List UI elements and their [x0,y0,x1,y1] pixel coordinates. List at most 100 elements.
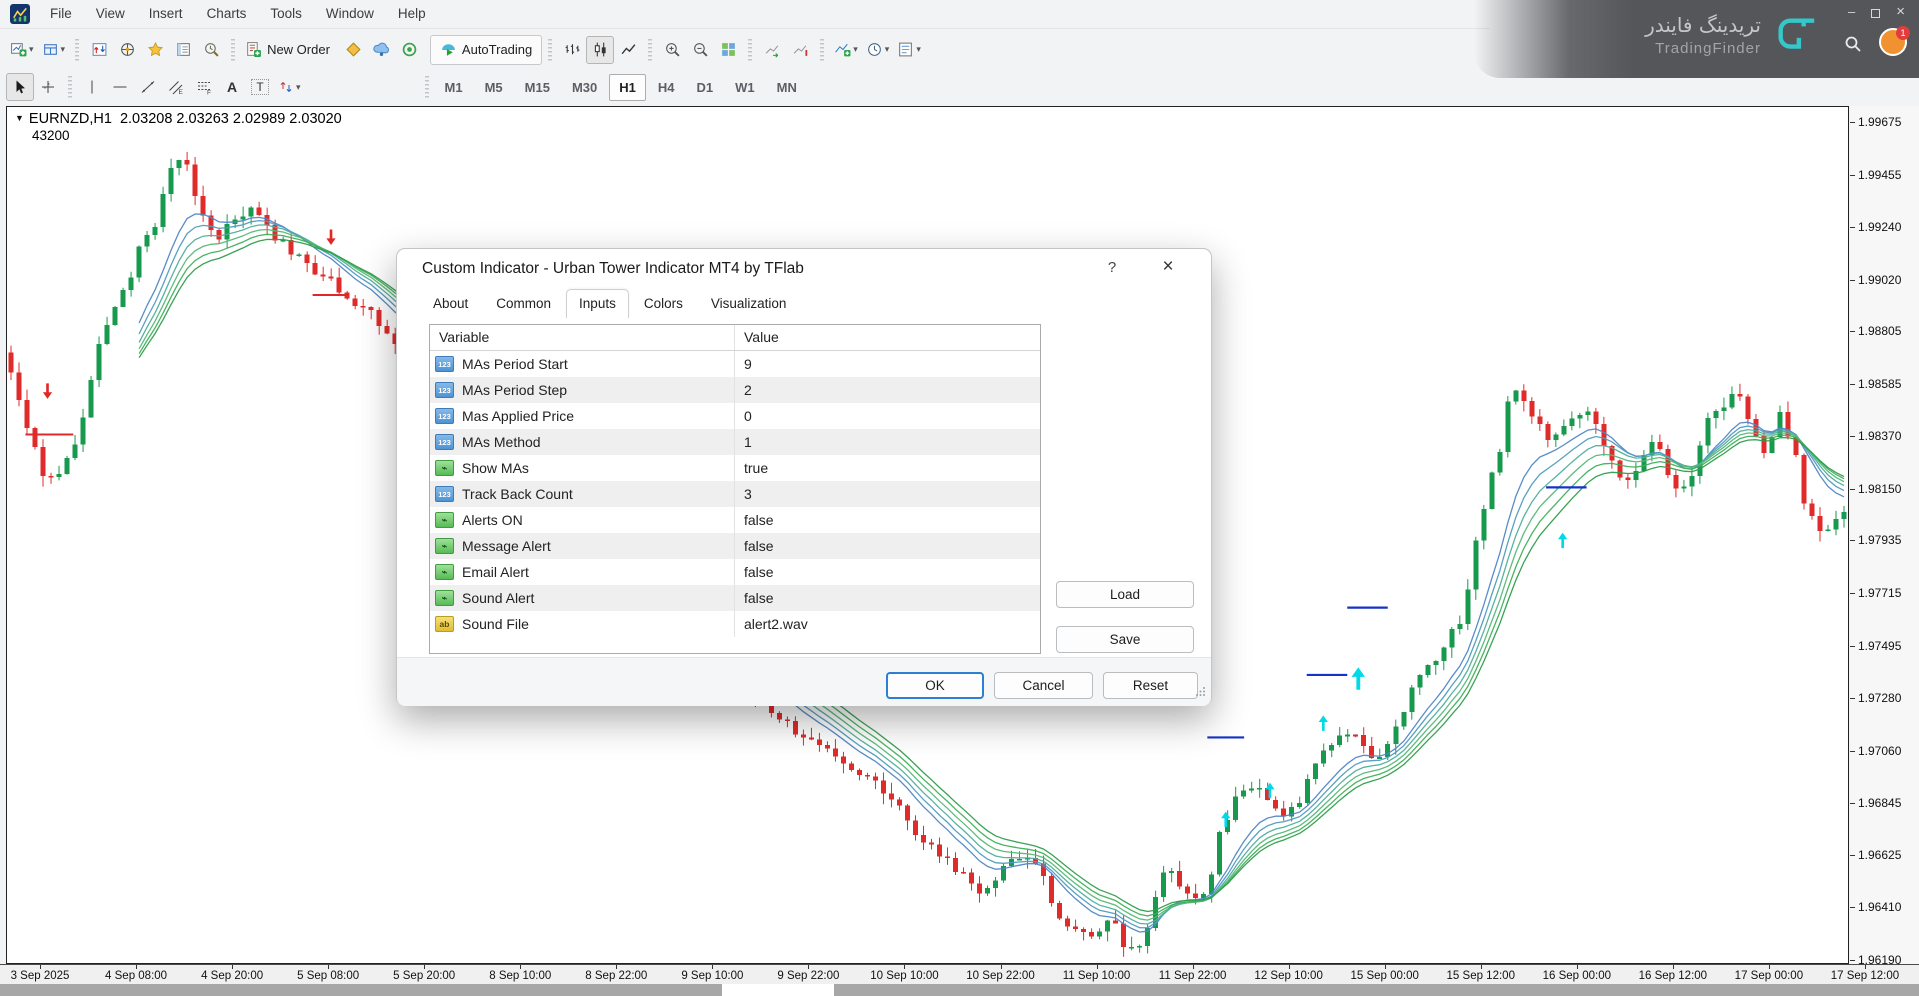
metaeditor-button[interactable] [340,36,368,64]
parameter-value[interactable]: 9 [735,356,1040,372]
toolbar-separator [548,39,552,61]
market-watch-button[interactable] [85,36,113,64]
auto-scroll-button[interactable] [758,36,786,64]
toolbar-separator [68,76,72,98]
close-button[interactable]: × [1896,5,1905,19]
parameter-value[interactable]: false [735,538,1040,554]
parameter-value[interactable]: false [735,590,1040,606]
table-row[interactable]: ⌁Message Alertfalse [430,533,1040,559]
data-window-button[interactable] [169,36,197,64]
timeframe-m15[interactable]: M15 [515,74,560,101]
horizontal-line-tool-button[interactable] [106,73,134,101]
fibonacci-tool-button[interactable]: F [190,73,218,101]
bar-chart-mode-button[interactable] [558,36,586,64]
navigator-button[interactable] [113,36,141,64]
menu-item-help[interactable]: Help [386,2,438,25]
notification-badge: 1 [1896,26,1910,40]
dialog-close-button[interactable]: × [1155,256,1181,278]
candlestick-mode-button[interactable] [586,36,614,64]
table-row[interactable]: ⌁Alerts ONfalse [430,507,1040,533]
strategy-tester-button[interactable] [197,36,225,64]
menu-item-charts[interactable]: Charts [195,2,259,25]
table-row[interactable]: 123MAs Period Step2 [430,377,1040,403]
menu-item-tools[interactable]: Tools [258,2,314,25]
timeframe-mn[interactable]: MN [767,74,807,101]
ok-button[interactable]: OK [886,672,984,699]
menu-item-file[interactable]: File [38,2,84,25]
dialog-tabs: AboutCommonInputsColorsVisualization [420,289,799,318]
autotrading-button[interactable]: AutoTrading [430,35,542,65]
menu-item-window[interactable]: Window [314,2,386,25]
tab-about[interactable]: About [420,289,481,318]
price-axis[interactable]: 1.996751.994551.992401.990201.988051.985… [1850,106,1919,964]
cursor-tool-button[interactable] [6,73,34,101]
parameter-value[interactable]: 1 [735,434,1040,450]
period-clock-button[interactable]: ▾ [862,36,894,64]
table-row[interactable]: 123MAs Method1 [430,429,1040,455]
timeframe-m1[interactable]: M1 [435,74,473,101]
tab-inputs[interactable]: Inputs [566,289,629,318]
line-chart-mode-button[interactable] [614,36,642,64]
arrows-tool-button[interactable]: ▾ [274,73,305,101]
parameter-value[interactable]: 0 [735,408,1040,424]
mql5-community-button[interactable] [368,36,396,64]
table-row[interactable]: ⌁Show MAstrue [430,455,1040,481]
timeframe-w1[interactable]: W1 [725,74,765,101]
table-row[interactable]: abSound Filealert2.wav [430,611,1040,637]
menu-item-insert[interactable]: Insert [137,2,195,25]
timeframe-m5[interactable]: M5 [475,74,513,101]
parameter-value[interactable]: alert2.wav [735,616,1040,632]
parameter-value[interactable]: 2 [735,382,1040,398]
table-row[interactable]: 123Mas Applied Price0 [430,403,1040,429]
table-row[interactable]: ⌁Email Alertfalse [430,559,1040,585]
reset-button[interactable]: Reset [1103,672,1198,699]
new-order-button[interactable]: New Order [241,36,334,64]
table-row[interactable]: 123MAs Period Start9 [430,351,1040,377]
equidistant-channel-tool-button[interactable]: E [162,73,190,101]
profiles-button[interactable]: ▾ [38,36,70,64]
avatar[interactable]: 1 [1879,28,1907,56]
tab-colors[interactable]: Colors [631,289,696,318]
load-button[interactable]: Load [1056,581,1194,608]
parameter-value[interactable]: false [735,564,1040,580]
cancel-button[interactable]: Cancel [994,672,1093,699]
dialog-help-button[interactable]: ? [1101,259,1123,276]
favorites-star-button[interactable] [141,36,169,64]
text-tool-button[interactable]: A [218,73,246,101]
save-button[interactable]: Save [1056,626,1194,653]
maximize-button[interactable] [1871,9,1880,18]
search-icon[interactable] [1843,34,1863,59]
one-click-dropdown-icon[interactable]: ▼ [15,113,24,123]
timeframe-d1[interactable]: D1 [687,74,724,101]
templates-button[interactable]: ▾ [893,36,925,64]
text-label-tool-button[interactable]: T [246,73,274,101]
chart-shift-button[interactable] [786,36,814,64]
timeframe-h4[interactable]: H4 [648,74,685,101]
parameter-value[interactable]: false [735,512,1040,528]
toolbar-separator [75,39,79,61]
new-chart-button[interactable]: ▾ [6,36,38,64]
trendline-tool-button[interactable] [134,73,162,101]
parameter-name: MAs Period Step [462,382,567,398]
menu-item-view[interactable]: View [84,2,137,25]
tile-windows-button[interactable] [714,36,742,64]
parameter-value[interactable]: 3 [735,486,1040,502]
timeframe-m30[interactable]: M30 [562,74,607,101]
table-row[interactable]: ⌁Sound Alertfalse [430,585,1040,611]
autotrading-label: AutoTrading [462,42,532,57]
signals-button[interactable] [396,36,424,64]
minimize-button[interactable]: – [1848,5,1855,19]
parameter-value[interactable]: true [735,460,1040,476]
drawing-toolbar: E F A T ▾ M1M5M15M30H1H4D1W1MN [0,70,1490,104]
crosshair-tool-button[interactable] [34,73,62,101]
add-indicator-button[interactable]: ▾ [830,36,862,64]
tab-visualization[interactable]: Visualization [698,289,800,318]
timeframe-h1[interactable]: H1 [609,74,646,101]
time-axis[interactable]: 3 Sep 20254 Sep 08:004 Sep 20:005 Sep 08… [0,964,1919,984]
vertical-line-tool-button[interactable] [78,73,106,101]
resize-grip[interactable] [1196,683,1206,701]
table-row[interactable]: 123Track Back Count3 [430,481,1040,507]
zoom-out-button[interactable] [686,36,714,64]
zoom-in-button[interactable] [658,36,686,64]
tab-common[interactable]: Common [483,289,564,318]
